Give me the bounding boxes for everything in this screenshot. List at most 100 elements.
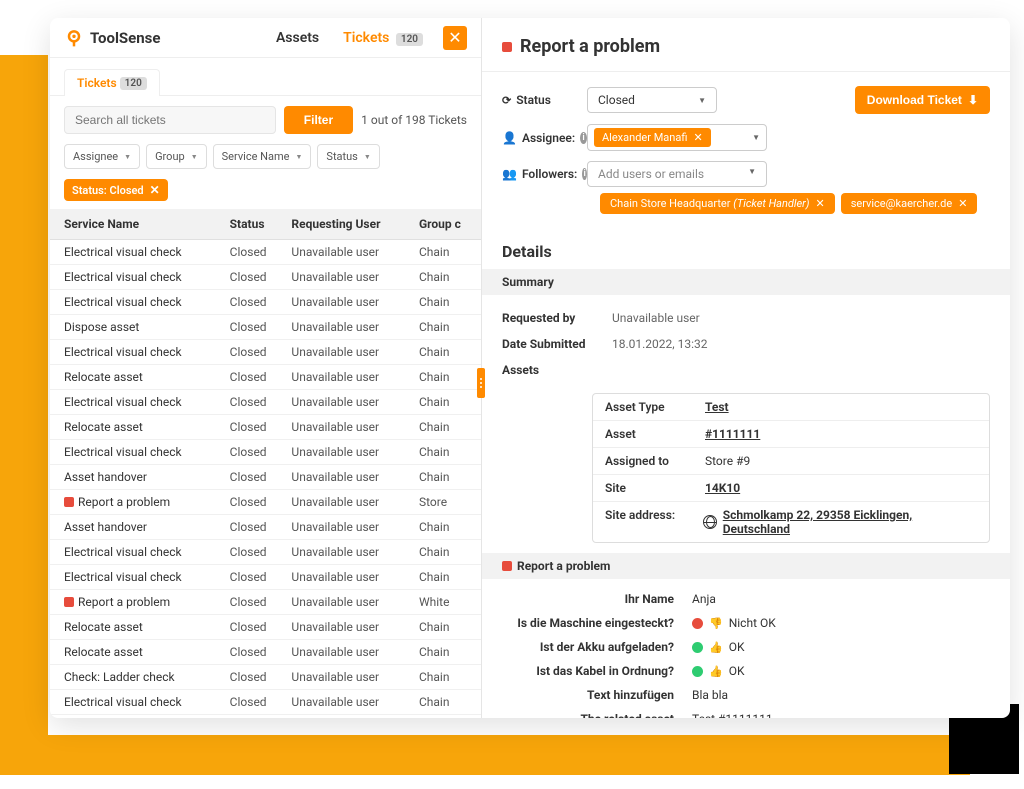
table-row[interactable]: Relocate assetClosedUnavailable userChai… [50,640,481,665]
cell-status: Closed [224,640,286,665]
nav-tickets[interactable]: Tickets 120 [331,30,435,46]
asset-value[interactable]: #1111111 [705,427,760,441]
chip-remove-icon[interactable]: ✕ [693,131,702,144]
assignee-chip[interactable]: Alexander Manafi✕ [594,128,711,147]
active-filters: Status: Closed ✕ [50,179,481,209]
app-window: ToolSense Assets Tickets 120 ✕ Tickets 1… [50,18,1010,718]
problem-icon [502,42,512,52]
form-related-value: Test #1111111 [692,712,773,718]
ticket-detail-pane: Report a problem ⟳Status Closed Download… [482,18,1010,718]
table-row[interactable]: Asset handoverClosedUnavailable userChai… [50,515,481,540]
brand-logo[interactable]: ToolSense [64,28,160,48]
col-status[interactable]: Status [224,209,286,240]
col-group[interactable]: Group c [413,209,481,240]
follower-tag[interactable]: service@kaercher.de✕ [841,193,978,214]
site-value[interactable]: 14K10 [705,481,740,495]
users-icon: 👥 [502,167,517,181]
tab-tickets[interactable]: Tickets 120 [64,69,160,96]
cell-requesting-user: Unavailable user [285,340,413,365]
cell-group: Chain [413,390,481,415]
col-service-name[interactable]: Service Name [50,209,224,240]
info-icon[interactable]: i [580,132,587,144]
table-row[interactable]: Relocate assetClosedUnavailable userChai… [50,415,481,440]
table-row[interactable]: Relocate assetClosedUnavailable userChai… [50,715,481,719]
form-q3-value: 👍OK [692,664,745,678]
search-input[interactable] [64,106,276,134]
tickets-list-pane: ToolSense Assets Tickets 120 ✕ Tickets 1… [50,18,482,718]
table-row[interactable]: Electrical visual check ClosedUnavailable… [50,240,481,265]
followers-input[interactable]: Add users or emails [587,161,767,187]
table-row[interactable]: Report a problemClosedUnavailable userSt… [50,490,481,515]
cell-service-name: Relocate asset [64,645,143,659]
col-requesting-user[interactable]: Requesting User [285,209,413,240]
thumbs-down-icon: 👎 [709,617,723,630]
chip-remove-icon[interactable]: ✕ [815,197,824,210]
cell-status: Closed [224,240,286,265]
table-row[interactable]: Electrical visual checkClosedUnavailable… [50,265,481,290]
status-select[interactable]: Closed [587,87,717,113]
download-ticket-button[interactable]: Download Ticket⬇ [855,86,990,114]
chip-remove-icon[interactable]: ✕ [958,197,967,210]
problem-icon [64,597,74,607]
follower-tag[interactable]: Chain Store Headquarter (Ticket Handler)… [600,193,835,214]
filter-chip-status[interactable]: Status: Closed ✕ [64,179,168,201]
cell-group: Chain [413,615,481,640]
assigned-to-label: Assigned to [605,454,705,468]
follower-tags: Chain Store Headquarter (Ticket Handler)… [600,193,990,214]
table-row[interactable]: Electrical visual checkClosedUnavailable… [50,690,481,715]
dd-assignee[interactable]: Assignee [64,144,140,169]
dd-group[interactable]: Group [146,144,207,169]
dd-status[interactable]: Status [317,144,379,169]
table-row[interactable]: Electrical visual checkClosedUnavailable… [50,390,481,415]
search-row: Filter 1 out of 198 Tickets [50,96,481,144]
cell-group: Chain [413,365,481,390]
cell-requesting-user: Unavailable user [285,715,413,719]
asset-type-label: Asset Type [605,400,705,414]
cell-service-name: Report a problem [78,595,170,609]
cell-group: Chain [413,340,481,365]
cell-service-name: Electrical visual check [64,245,182,259]
form-q3-label: Ist das Kabel in Ordnung? [502,664,692,678]
pane-resize-handle[interactable] [477,368,485,398]
table-row[interactable]: Report a problemClosedUnavailable userWh… [50,590,481,615]
cell-status: Closed [224,490,286,515]
cell-requesting-user: Unavailable user [285,315,413,340]
table-row[interactable]: Electrical visual checkClosedUnavailable… [50,440,481,465]
table-row[interactable]: Dispose assetClosedUnavailable userChain [50,315,481,340]
cell-group: Chain [413,290,481,315]
cell-status: Closed [224,690,286,715]
cell-status: Closed [224,515,286,540]
table-row[interactable]: Check: Ladder checkClosedUnavailable use… [50,665,481,690]
table-row[interactable]: Electrical visual checkClosedUnavailable… [50,340,481,365]
cell-service-name: Electrical visual check [64,270,182,284]
cell-requesting-user: Unavailable user [285,615,413,640]
table-row[interactable]: Asset handoverClosedUnavailable userChai… [50,465,481,490]
cell-requesting-user: Unavailable user [285,415,413,440]
table-row[interactable]: Electrical visual checkClosedUnavailable… [50,290,481,315]
table-row[interactable]: Relocate assetClosedUnavailable userChai… [50,365,481,390]
filter-button[interactable]: Filter [284,106,353,134]
table-row[interactable]: Electrical visual checkClosedUnavailable… [50,540,481,565]
site-address-value[interactable]: Schmolkamp 22, 29358 Eicklingen, Deutsch… [703,508,977,536]
table-row[interactable]: Relocate assetClosedUnavailable userChai… [50,615,481,640]
bg-accent-left [0,55,48,735]
logo-icon [64,28,84,48]
summary-heading: Summary [482,269,1010,295]
cell-group: Chain [413,715,481,719]
cell-service-name: Electrical visual check [64,345,182,359]
close-icon[interactable]: ✕ [443,26,467,50]
cell-status: Closed [224,565,286,590]
chip-remove-icon[interactable]: ✕ [150,183,160,197]
cell-requesting-user: Unavailable user [285,240,413,265]
cell-requesting-user: Unavailable user [285,440,413,465]
assignee-select[interactable]: Alexander Manafi✕ [587,124,767,151]
table-row[interactable]: Electrical visual checkClosedUnavailable… [50,565,481,590]
cell-status: Closed [224,315,286,340]
cell-requesting-user: Unavailable user [285,465,413,490]
cell-status: Closed [224,390,286,415]
dd-service-name[interactable]: Service Name [213,144,312,169]
nav-assets[interactable]: Assets [264,30,331,46]
cell-service-name: Dispose asset [64,320,139,334]
cell-service-name: Electrical visual check [64,295,182,309]
asset-type-value[interactable]: Test [705,400,729,414]
